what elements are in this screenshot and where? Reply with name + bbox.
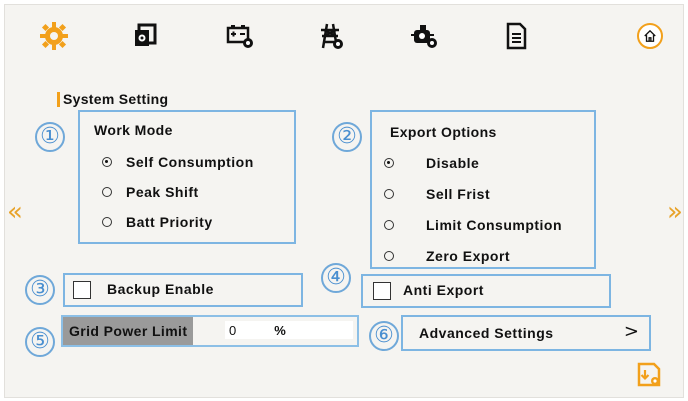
grid-power-limit-unit: % (274, 322, 286, 338)
screen-frame: System Setting « » Work Mode Self Consum… (4, 4, 684, 398)
inverter-icon[interactable] (129, 19, 163, 53)
radio-button[interactable] (384, 158, 394, 168)
document-icon[interactable] (499, 19, 533, 53)
anti-export-label: Anti Export (403, 282, 484, 298)
home-button[interactable] (637, 23, 663, 49)
callout-number-3: ③ (25, 275, 55, 305)
work-mode-title: Work Mode (94, 122, 173, 138)
grid-power-limit-label: Grid Power Limit (63, 317, 194, 345)
callout-number-2: ② (332, 122, 362, 152)
option-label: Sell Frist (426, 186, 491, 202)
section-title: System Setting (56, 91, 169, 107)
callout-number-6: ⑥ (369, 321, 399, 351)
export-option[interactable]: Limit Consumption (384, 217, 562, 233)
anti-export-box[interactable]: Anti Export (361, 274, 611, 308)
battery-settings-icon[interactable] (223, 19, 257, 53)
radio-button[interactable] (384, 189, 394, 199)
callout-number-4: ④ (321, 263, 351, 293)
export-option[interactable]: Disable (384, 155, 479, 171)
radio-button[interactable] (102, 157, 112, 167)
option-label: Batt Priority (126, 214, 213, 230)
backup-enable-box[interactable]: Backup Enable (63, 273, 303, 307)
grid-power-limit-value: 0 (229, 322, 237, 338)
radio-button[interactable] (102, 187, 112, 197)
callout-number-5: ⑤ (25, 327, 55, 357)
export-option[interactable]: Sell Frist (384, 186, 490, 202)
radio-button[interactable] (102, 217, 112, 227)
advanced-settings-button[interactable]: Advanced Settings > (401, 315, 651, 351)
work-mode-option[interactable]: Self Consumption (102, 154, 254, 170)
option-label: Limit Consumption (426, 217, 563, 233)
export-options-box: Export Options Disable Sell Frist Limit … (370, 110, 596, 269)
next-page-arrow[interactable]: » (667, 197, 683, 227)
save-settings-icon[interactable] (635, 361, 663, 389)
advanced-settings-label: Advanced Settings (419, 325, 554, 341)
option-label: Zero Export (426, 248, 511, 264)
work-mode-option[interactable]: Batt Priority (102, 214, 213, 230)
radio-button[interactable] (384, 251, 394, 261)
option-label: Peak Shift (126, 184, 199, 200)
work-mode-box: Work Mode Self Consumption Peak Shift Ba… (78, 110, 296, 244)
work-mode-option[interactable]: Peak Shift (102, 184, 199, 200)
grid-power-limit-input[interactable]: 0 % (225, 321, 353, 339)
grid-power-limit-box: Grid Power Limit 0 % (61, 315, 359, 347)
chevron-right-icon: > (623, 321, 639, 342)
generator-icon[interactable] (407, 19, 441, 53)
export-option[interactable]: Zero Export (384, 248, 510, 264)
callout-number-1: ① (35, 122, 65, 152)
export-options-title: Export Options (390, 124, 497, 140)
radio-button[interactable] (384, 220, 394, 230)
option-label: Disable (426, 155, 480, 171)
anti-export-checkbox[interactable] (373, 282, 391, 300)
grid-tower-icon[interactable] (313, 19, 347, 53)
home-icon (644, 29, 656, 42)
top-toolbar (5, 5, 683, 65)
backup-enable-checkbox[interactable] (73, 281, 91, 299)
backup-enable-label: Backup Enable (107, 281, 214, 297)
option-label: Self Consumption (126, 154, 254, 170)
prev-page-arrow[interactable]: « (7, 197, 23, 227)
gear-icon[interactable] (37, 19, 71, 53)
